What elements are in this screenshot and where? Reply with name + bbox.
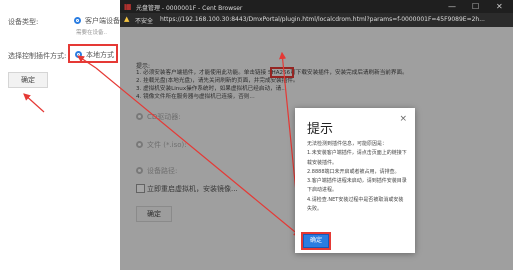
arrow-to-ok-button	[95, 67, 301, 237]
dialog-message: 无法检测到插件信息，可能原因是： 1.未安装客户端插件，请点击页面上的链接下载安…	[307, 140, 407, 214]
dialog-close-icon[interactable]: ×	[399, 114, 407, 124]
prompt-dialog: 提示 × 无法检测到插件信息，可能原因是： 1.未安装客户端插件，请点击页面上的…	[295, 108, 415, 253]
annotation-arrows	[23, 51, 301, 237]
dialog-line: 3.客户端插件进程未启动，请到插件安装目录下启动进程。	[307, 178, 407, 194]
dialog-title: 提示	[307, 122, 334, 137]
dialog-line: 4.请检查.NET安装过程中是否被取消或安装失败。	[307, 196, 404, 213]
dialog-line: 1.未安装客户端插件，请点击页面上的链接下载安装插件。	[307, 150, 407, 166]
arrow-to-left-confirm	[23, 93, 45, 113]
dialog-line: 2.8888端口未开启或者被占用，请排查。	[307, 168, 400, 175]
dialog-line: 无法检测到插件信息，可能原因是：	[307, 141, 388, 147]
dialog-ok-button[interactable]: 确定	[301, 232, 331, 250]
arrow-to-local-mode	[77, 55, 97, 69]
